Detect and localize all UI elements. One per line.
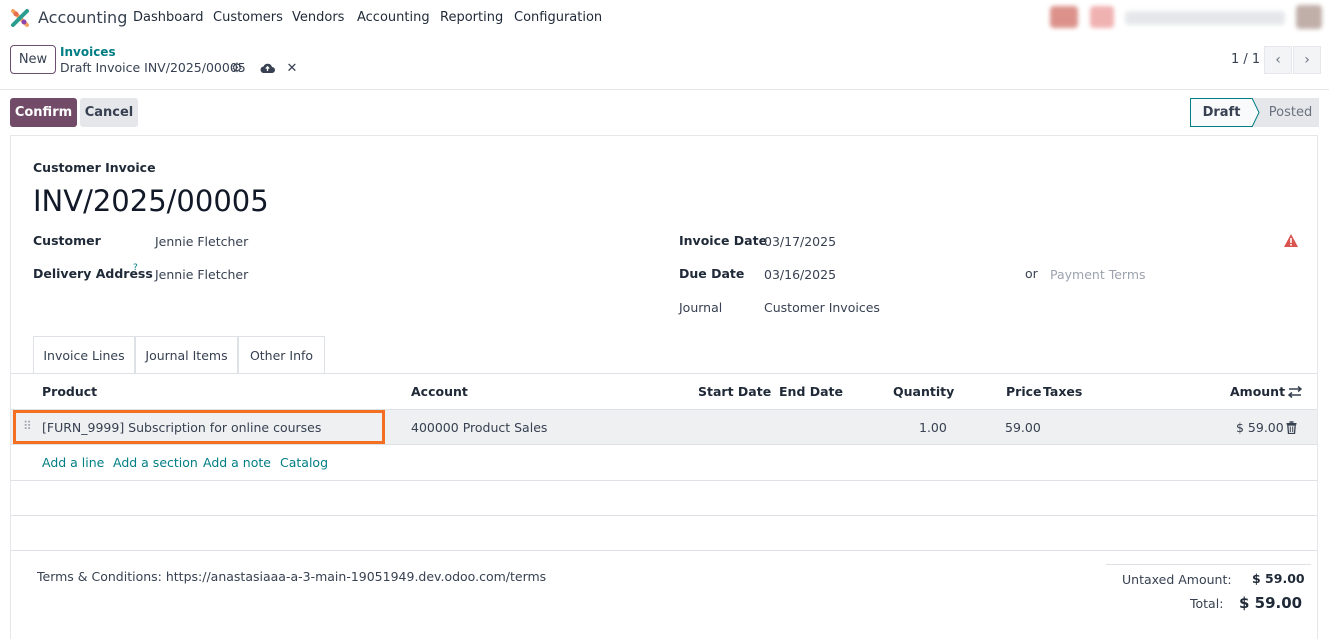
line-amount: $ 59.00 <box>1236 420 1284 435</box>
customer-label: Customer <box>33 233 101 248</box>
or-text: or <box>1025 266 1038 281</box>
total-value: $ 59.00 <box>1239 594 1303 612</box>
menu-accounting[interactable]: Accounting <box>357 10 430 25</box>
column-price[interactable]: Price <box>1006 384 1042 399</box>
column-product[interactable]: Product <box>42 384 97 399</box>
line-quantity[interactable]: 1.00 <box>919 420 947 435</box>
terms-conditions[interactable]: Terms & Conditions: https://anastasiaaa-… <box>37 569 546 584</box>
help-tooltip-icon[interactable]: ? <box>133 263 138 273</box>
line-price[interactable]: 59.00 <box>1005 420 1041 435</box>
journal-label: Journal <box>679 300 723 315</box>
catalog-link[interactable]: Catalog <box>280 455 328 470</box>
messages-icon[interactable] <box>1090 6 1114 28</box>
top-navbar: Accounting Dashboard Customers Vendors A… <box>0 0 1329 35</box>
highlight-box <box>13 410 385 444</box>
add-section-link[interactable]: Add a section <box>113 455 198 470</box>
delivery-address-field[interactable]: Jennie Fletcher <box>155 267 248 282</box>
chevron-left-icon: ‹ <box>1275 52 1281 68</box>
accounting-app-icon[interactable] <box>10 8 30 28</box>
add-note-link[interactable]: Add a note <box>203 455 271 470</box>
add-line-row: Add a line Add a section Add a note Cata… <box>11 445 1317 481</box>
add-line-link[interactable]: Add a line <box>42 455 104 470</box>
trash-icon[interactable] <box>1286 421 1297 434</box>
column-taxes[interactable]: Taxes <box>1043 384 1082 399</box>
line-account[interactable]: 400000 Product Sales <box>411 420 547 435</box>
menu-customers[interactable]: Customers <box>213 10 283 25</box>
table-row[interactable]: ⠿ [FURN_9999] Subscription for online co… <box>11 409 1317 445</box>
total-label: Total: <box>1190 596 1224 611</box>
tab-journal-items[interactable]: Journal Items <box>135 336 238 373</box>
pager-previous-button[interactable]: ‹ <box>1264 46 1292 74</box>
column-start-date[interactable]: Start Date <box>698 384 771 399</box>
totals-divider <box>1106 564 1311 565</box>
app-name[interactable]: Accounting <box>38 8 127 27</box>
invoice-type-label: Customer Invoice <box>33 160 156 175</box>
column-end-date[interactable]: End Date <box>779 384 843 399</box>
customer-field[interactable]: Jennie Fletcher <box>155 234 248 249</box>
untaxed-amount-label: Untaxed Amount: <box>1122 572 1232 587</box>
discard-icon[interactable]: ✕ <box>284 60 300 76</box>
journal-field[interactable]: Customer Invoices <box>764 300 880 315</box>
untaxed-amount-value: $ 59.00 <box>1252 571 1305 586</box>
status-posted[interactable]: Posted <box>1252 98 1319 127</box>
optional-columns-icon[interactable] <box>1288 385 1302 399</box>
menu-configuration[interactable]: Configuration <box>514 10 602 25</box>
warning-icon[interactable] <box>1284 234 1298 247</box>
confirm-button[interactable]: Confirm <box>10 98 77 127</box>
column-account[interactable]: Account <box>411 384 468 399</box>
control-panel: New Invoices Draft Invoice INV/2025/0000… <box>0 35 1329 90</box>
invoice-number: INV/2025/00005 <box>33 184 269 218</box>
tab-invoice-lines[interactable]: Invoice Lines <box>33 336 135 374</box>
cancel-button[interactable]: Cancel <box>80 98 138 127</box>
new-button[interactable]: New <box>10 45 56 74</box>
empty-row <box>11 516 1317 551</box>
cloud-save-icon[interactable] <box>259 60 275 76</box>
menu-reporting[interactable]: Reporting <box>440 10 503 25</box>
gear-icon[interactable]: ⚙ <box>229 60 245 76</box>
column-amount[interactable]: Amount <box>1230 384 1285 399</box>
activity-icon[interactable] <box>1050 6 1078 28</box>
menu-dashboard[interactable]: Dashboard <box>133 10 204 25</box>
company-switcher[interactable] <box>1125 11 1285 25</box>
status-draft[interactable]: Draft <box>1190 98 1252 127</box>
empty-row <box>11 481 1317 516</box>
due-date-label: Due Date <box>679 266 745 281</box>
avatar[interactable] <box>1296 5 1322 29</box>
breadcrumb-current: Draft Invoice INV/2025/00005 <box>60 60 246 75</box>
invoice-date-label: Invoice Date <box>679 233 768 248</box>
chevron-right-icon: › <box>1304 52 1310 68</box>
column-quantity[interactable]: Quantity <box>893 384 954 399</box>
menu-vendors[interactable]: Vendors <box>292 10 344 25</box>
pager-value[interactable]: 1 / 1 <box>1231 52 1260 67</box>
breadcrumb-invoices[interactable]: Invoices <box>60 45 116 59</box>
payment-terms-field[interactable]: Payment Terms <box>1050 267 1146 282</box>
invoice-date-field[interactable]: 03/17/2025 <box>764 234 836 249</box>
invoice-form-sheet: Customer Invoice INV/2025/00005 Customer… <box>10 135 1318 639</box>
due-date-field[interactable]: 03/16/2025 <box>764 267 836 282</box>
pager-next-button[interactable]: › <box>1293 46 1321 74</box>
lines-table-header: Product Account Start Date End Date Quan… <box>11 373 1317 409</box>
tab-other-info[interactable]: Other Info <box>238 336 325 373</box>
